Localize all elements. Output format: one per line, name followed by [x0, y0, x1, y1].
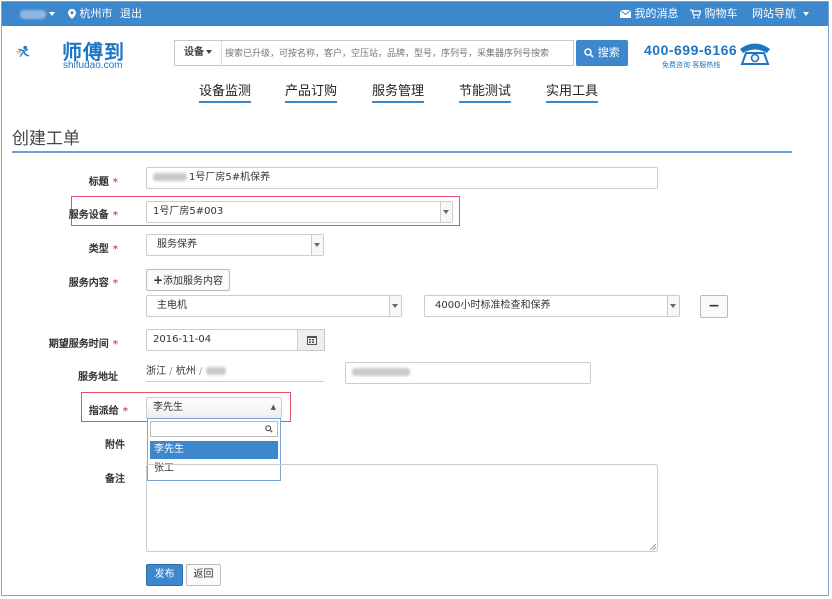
device-label: 服务设备 *	[8, 206, 118, 221]
nav-utility-tools[interactable]: 实用工具	[546, 80, 599, 103]
attachment-label: 附件	[105, 440, 125, 451]
content-item-select[interactable]: 主电机	[146, 295, 402, 317]
nav-device-monitoring[interactable]: 设备监测	[199, 80, 252, 103]
city-selector[interactable]: 杭州市	[68, 2, 113, 26]
title-label: 标题 *	[8, 173, 118, 188]
city-label: 杭州市	[79, 7, 113, 20]
remark-textarea[interactable]	[146, 464, 658, 552]
content-label: 服务内容 *	[8, 274, 118, 289]
back-button[interactable]: 返回	[186, 564, 221, 586]
title-prefix-blurred	[153, 173, 187, 181]
logout-link[interactable]: 退出	[120, 2, 142, 26]
assign-label-text: 指派给	[88, 406, 119, 417]
date-input[interactable]: 2016-11-04	[146, 329, 298, 351]
region-selector[interactable]: 浙江 / 杭州 /	[146, 363, 324, 382]
envelope-icon	[619, 9, 632, 18]
date-label-text: 期望服务时间	[48, 339, 109, 350]
address-label: 服务地址	[78, 372, 118, 383]
nav-energy-testing[interactable]: 节能测试	[459, 80, 512, 103]
site-nav-label: 网站导航	[752, 7, 796, 20]
search-input[interactable]	[223, 41, 577, 67]
assign-option-selected[interactable]: 李先生	[150, 441, 278, 459]
calendar-icon	[307, 336, 317, 345]
assign-select-value: 李先生	[153, 402, 183, 413]
date-input-value: 2016-11-04	[153, 334, 212, 345]
chevron-down-icon	[802, 12, 809, 16]
content-label-text: 服务内容	[68, 278, 109, 289]
address-separator: /	[198, 366, 206, 377]
page-frame: 杭州市 退出 我的消息 购物车 网站导航 师傅到 shifudao.com 设备	[1, 1, 829, 596]
chevron-down-icon	[389, 296, 401, 316]
title-divider	[12, 151, 792, 153]
title-input-value: 1号厂房5#机保养	[189, 172, 271, 183]
search-category-label: 设备	[184, 47, 204, 58]
address-province: 浙江	[146, 366, 166, 377]
title-label-text: 标题	[88, 177, 109, 188]
assign-label: 指派给 *	[18, 402, 128, 417]
cart-link[interactable]: 购物车	[690, 2, 738, 26]
nav-product-ordering[interactable]: 产品订购	[285, 80, 338, 103]
address-city: 杭州	[175, 366, 196, 377]
required-mark: *	[122, 406, 128, 417]
remark-label: 备注	[105, 474, 125, 485]
messages-link[interactable]: 我的消息	[619, 2, 679, 26]
nav-service-management[interactable]: 服务管理	[372, 80, 425, 103]
hotline-note: 免费咨询 客服热线	[662, 61, 721, 69]
type-select-value: 服务保养	[157, 239, 197, 250]
add-content-label: 添加服务内容	[163, 276, 224, 287]
type-select[interactable]: 服务保养	[146, 234, 324, 256]
assign-select[interactable]: 李先生 ▲	[146, 397, 282, 419]
content-task-select[interactable]: 4000小时标准检查和保养	[424, 295, 680, 317]
street-address-blurred	[352, 368, 410, 376]
plus-icon: +	[152, 273, 164, 287]
cart-label: 购物车	[704, 7, 738, 20]
cart-icon	[690, 9, 702, 19]
required-mark: *	[112, 278, 118, 289]
chevron-down-icon	[206, 50, 212, 54]
type-label: 类型 *	[8, 240, 118, 255]
chevron-down-icon	[49, 12, 55, 16]
resize-handle-icon[interactable]	[650, 544, 656, 550]
location-pin-icon	[68, 9, 76, 19]
device-select-value: 1号厂房5#003	[153, 206, 224, 217]
type-label-text: 类型	[88, 244, 109, 255]
chevron-down-icon	[440, 202, 452, 222]
submit-button[interactable]: 发布	[146, 564, 183, 586]
chevron-down-icon	[311, 235, 323, 255]
required-mark: *	[112, 177, 118, 188]
street-address-input[interactable]	[345, 362, 591, 384]
user-name-blurred	[20, 9, 46, 19]
content-task-value: 4000小时标准检查和保养	[435, 300, 551, 311]
search-button[interactable]: 搜索	[576, 40, 628, 66]
device-label-text: 服务设备	[68, 210, 109, 221]
date-label: 期望服务时间 *	[8, 335, 118, 350]
remove-content-button[interactable]: −	[700, 295, 728, 318]
worker-mascot-icon	[16, 45, 30, 57]
device-select[interactable]: 1号厂房5#003	[146, 201, 453, 223]
search-category-dropdown[interactable]: 设备	[175, 41, 222, 65]
search-icon	[265, 425, 273, 433]
page-title: 创建工单	[12, 129, 80, 149]
telephone-icon	[740, 43, 770, 65]
required-mark: *	[112, 339, 118, 350]
search-icon	[584, 48, 594, 58]
title-input[interactable]: 1号厂房5#机保养	[146, 167, 658, 189]
required-mark: *	[112, 244, 118, 255]
address-district-blurred	[205, 367, 226, 375]
content-item-value: 主电机	[157, 300, 187, 311]
top-bar: 杭州市 退出 我的消息 购物车 网站导航	[2, 2, 828, 26]
required-mark: *	[112, 210, 118, 221]
user-menu[interactable]	[20, 2, 55, 26]
search-box: 设备	[174, 40, 577, 67]
chevron-up-icon: ▲	[270, 403, 276, 411]
chevron-down-icon	[667, 296, 679, 316]
calendar-button[interactable]	[297, 329, 325, 351]
site-nav-link[interactable]: 网站导航	[752, 2, 809, 26]
search-button-label: 搜索	[597, 46, 620, 59]
hotline-number: 400-699-6166	[644, 42, 738, 58]
messages-label: 我的消息	[634, 7, 679, 20]
brand-domain: shifudao.com	[63, 60, 123, 71]
assign-dropdown-search-input[interactable]	[150, 421, 278, 437]
add-content-button[interactable]: +添加服务内容	[146, 269, 230, 291]
